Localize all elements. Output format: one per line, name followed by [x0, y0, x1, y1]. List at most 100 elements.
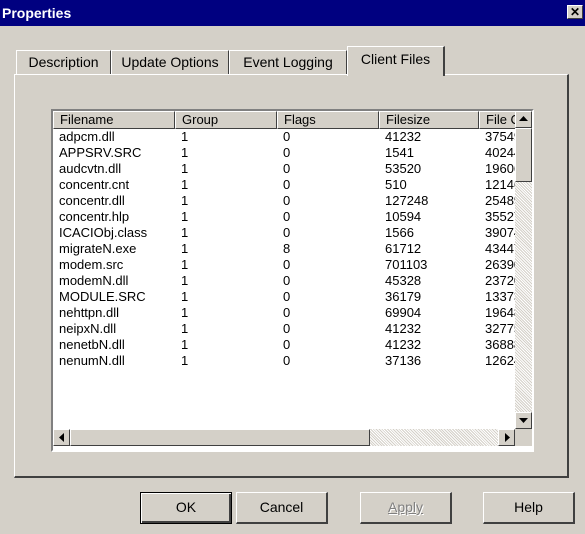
cell-flags: 0	[283, 353, 291, 368]
table-row[interactable]: modemN.dll 1 0 45328 23720	[53, 273, 515, 289]
cell-filesize: 41232	[385, 337, 422, 352]
cell-flags: 0	[283, 337, 291, 352]
cell-group: 1	[181, 273, 189, 288]
cell-file-crc: 19648	[485, 305, 515, 320]
table-row[interactable]: adpcm.dll 1 0 41232 37549	[53, 129, 515, 145]
table-row[interactable]: audcvtn.dll 1 0 53520 19606	[53, 161, 515, 177]
scroll-right-button[interactable]	[498, 429, 515, 446]
cell-file-crc: 39074	[485, 225, 515, 240]
table-row[interactable]: nenumN.dll 1 0 37136 12624	[53, 353, 515, 369]
cell-group: 1	[181, 305, 189, 320]
cell-file-crc: 36888	[485, 337, 515, 352]
cell-flags: 0	[283, 273, 291, 288]
cell-group: 1	[181, 289, 189, 304]
help-button[interactable]: Help	[483, 492, 575, 524]
scroll-up-button[interactable]	[515, 111, 532, 128]
cell-flags: 0	[283, 145, 291, 160]
cell-filename: nenumN.dll	[59, 353, 125, 368]
arrow-down-icon	[519, 418, 528, 423]
cell-group: 1	[181, 177, 189, 192]
cell-filename: nenetbN.dll	[59, 337, 125, 352]
cell-flags: 0	[283, 321, 291, 336]
cell-filesize: 701103	[385, 257, 428, 272]
table-row[interactable]: MODULE.SRC 1 0 36179 13373	[53, 289, 515, 305]
column-header-filesize[interactable]: Filesize	[379, 111, 479, 129]
cell-group: 1	[181, 129, 189, 144]
cell-filesize: 1541	[385, 145, 414, 160]
cell-flags: 0	[283, 289, 291, 304]
table-row[interactable]: migrateN.exe 1 8 61712 43447	[53, 241, 515, 257]
table-row[interactable]: concentr.dll 1 0 127248 25489	[53, 193, 515, 209]
cell-group: 1	[181, 145, 189, 160]
arrow-right-icon	[504, 433, 510, 442]
column-header-filename[interactable]: Filename	[53, 111, 175, 129]
cell-filename: MODULE.SRC	[59, 289, 146, 304]
cell-group: 1	[181, 209, 189, 224]
tab-description[interactable]: Description	[16, 50, 111, 74]
cell-filename: concentr.hlp	[59, 209, 130, 224]
tab-client-files[interactable]: Client Files	[347, 46, 445, 76]
cell-filesize: 127248	[385, 193, 429, 208]
cell-filesize: 45328	[385, 273, 422, 288]
ok-button[interactable]: OK	[140, 492, 232, 524]
arrow-left-icon	[58, 433, 64, 442]
table-row[interactable]: APPSRV.SRC 1 0 1541 40244	[53, 145, 515, 161]
vertical-scroll-thumb[interactable]	[515, 128, 532, 182]
cell-flags: 0	[283, 305, 291, 320]
window-title: Properties	[2, 5, 72, 21]
client-files-list[interactable]: Filename Group Flags Filesize File CR ad…	[51, 109, 534, 452]
cell-filename: modemN.dll	[59, 273, 129, 288]
tab-event-logging[interactable]: Event Logging	[229, 50, 347, 74]
cell-file-crc: 43447	[485, 241, 515, 256]
cell-filesize: 1566	[385, 225, 414, 240]
cell-filename: audcvtn.dll	[59, 161, 122, 176]
cell-filesize: 510	[385, 177, 407, 192]
cell-filename: APPSRV.SRC	[59, 145, 142, 160]
table-row[interactable]: modem.src 1 0 701103 26390	[53, 257, 515, 273]
apply-label: Apply	[387, 499, 424, 515]
table-row[interactable]: neipxN.dll 1 0 41232 32775	[53, 321, 515, 337]
cell-filesize: 37136	[385, 353, 422, 368]
arrow-up-icon	[519, 116, 528, 121]
table-row[interactable]: nehttpn.dll 1 0 69904 19648	[53, 305, 515, 321]
list-body: adpcm.dll 1 0 41232 37549 APPSRV.SRC 1 0 1541 402…	[53, 129, 515, 429]
cell-file-crc: 12146	[485, 177, 515, 192]
cell-filesize: 41232	[385, 129, 422, 144]
cell-file-crc: 37549	[485, 129, 515, 144]
cell-file-crc: 12624	[485, 353, 515, 368]
cell-group: 1	[181, 257, 189, 272]
table-row[interactable]: concentr.cnt 1 0 510 12146	[53, 177, 515, 193]
scroll-left-button[interactable]	[53, 429, 70, 446]
cell-filesize: 41232	[385, 321, 422, 336]
column-header-flags[interactable]: Flags	[277, 111, 379, 129]
title-bar[interactable]: Properties ✕	[0, 0, 585, 26]
cell-file-crc: 26390	[485, 257, 515, 272]
cell-file-crc: 23720	[485, 273, 515, 288]
close-button[interactable]: ✕	[567, 5, 583, 19]
scroll-down-button[interactable]	[515, 412, 532, 429]
table-row[interactable]: ICACIObj.class 1 0 1566 39074	[53, 225, 515, 241]
tab-update-options[interactable]: Update Options	[111, 50, 229, 74]
cell-flags: 0	[283, 209, 291, 224]
cell-group: 1	[181, 241, 189, 256]
cell-filename: nehttpn.dll	[59, 305, 119, 320]
cancel-button[interactable]: Cancel	[236, 492, 328, 524]
cell-filename: adpcm.dll	[59, 129, 115, 144]
cell-flags: 0	[283, 193, 291, 208]
table-row[interactable]: nenetbN.dll 1 0 41232 36888	[53, 337, 515, 353]
vertical-scrollbar[interactable]	[515, 111, 532, 429]
cell-flags: 0	[283, 129, 291, 144]
cell-flags: 8	[283, 241, 291, 256]
table-row[interactable]: concentr.hlp 1 0 10594 35527	[53, 209, 515, 225]
cell-file-crc: 25489	[485, 193, 515, 208]
scrollbar-corner	[515, 429, 532, 446]
cell-file-crc: 13373	[485, 289, 515, 304]
cell-filesize: 53520	[385, 161, 422, 176]
column-header-group[interactable]: Group	[175, 111, 277, 129]
apply-button[interactable]: Apply	[360, 492, 452, 524]
cell-filesize: 61712	[385, 241, 422, 256]
horizontal-scrollbar[interactable]	[53, 429, 515, 446]
cell-filesize: 69904	[385, 305, 422, 320]
horizontal-scroll-thumb[interactable]	[70, 429, 370, 446]
properties-dialog: Properties ✕ Description Update Options …	[0, 0, 585, 534]
